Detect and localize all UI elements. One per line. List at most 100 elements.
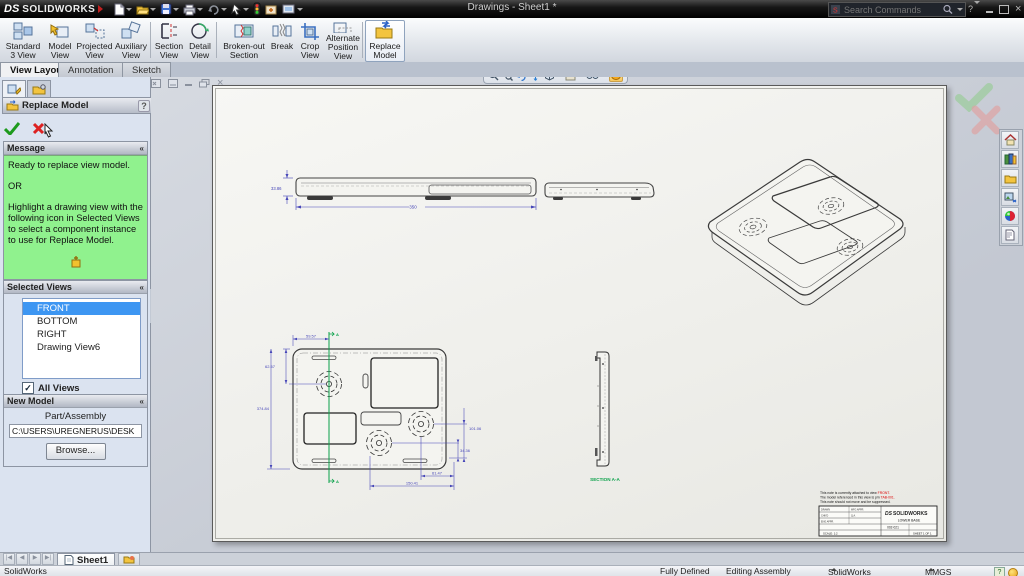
- print-button[interactable]: [182, 2, 204, 17]
- custom-properties-button[interactable]: [1001, 226, 1019, 244]
- drawing-view-front-profile[interactable]: 33.86 350: [271, 170, 536, 210]
- browse-button[interactable]: Browse...: [46, 443, 106, 460]
- sheet-nav-buttons: |◀ ◀ ▶ ▶|: [3, 553, 54, 565]
- search-app-icon: S: [831, 5, 840, 14]
- auxiliary-view-button[interactable]: Auxiliary View: [112, 20, 150, 62]
- list-item-front[interactable]: FRONT: [23, 302, 140, 315]
- options-button[interactable]: [281, 2, 304, 17]
- dim-text: 34.36: [460, 448, 471, 453]
- prev-sheet-button[interactable]: ◀: [16, 553, 28, 565]
- model-view-button[interactable]: Model View: [43, 20, 77, 62]
- add-sheet-icon: [123, 555, 135, 564]
- all-views-checkbox[interactable]: ✓: [22, 382, 34, 394]
- configuration-tab[interactable]: [27, 80, 51, 97]
- zoom-to-area-icon[interactable]: [502, 77, 513, 81]
- collapse-chevron-icon[interactable]: «: [140, 397, 144, 406]
- home-icon: [1004, 134, 1017, 146]
- publish-button[interactable]: [264, 2, 279, 17]
- replace-model-icon: [374, 21, 396, 41]
- drawing-view-isometric[interactable]: [708, 160, 905, 306]
- message-section-header[interactable]: Message «: [4, 142, 147, 155]
- selected-views-header[interactable]: Selected Views «: [4, 281, 147, 294]
- projected-view-button[interactable]: Projected View: [76, 20, 113, 62]
- drawing-sheet[interactable]: 33.86 350: [212, 85, 947, 542]
- break-button[interactable]: Break: [268, 20, 296, 62]
- search-icon[interactable]: [942, 4, 954, 15]
- pan-icon[interactable]: [530, 77, 541, 81]
- first-sheet-button[interactable]: |◀: [3, 553, 15, 565]
- svg-text:DS: DS: [885, 511, 893, 517]
- standard-3-view-button[interactable]: Standard 3 View: [2, 20, 44, 62]
- search-caret-icon[interactable]: [957, 8, 963, 11]
- configuration-tab-icon: [32, 83, 46, 95]
- collapse-chevron-icon[interactable]: «: [140, 283, 144, 292]
- alternate-position-view-button[interactable]: Alternate Position View: [324, 20, 362, 62]
- mouse-cursor: [43, 123, 55, 139]
- rotate-view-icon[interactable]: [516, 77, 527, 81]
- drawing-view-plan[interactable]: A A: [257, 332, 482, 490]
- detail-view-button[interactable]: Detail View: [184, 20, 216, 62]
- doc-minimize-button[interactable]: [185, 84, 192, 86]
- hide-show-items-icon[interactable]: [586, 77, 606, 81]
- design-library-icon: [1004, 153, 1017, 165]
- undo-button[interactable]: [206, 2, 228, 17]
- cascade-icon[interactable]: [151, 79, 161, 88]
- sheet-tab-bar: |◀ ◀ ▶ ▶| Sheet1: [0, 552, 1024, 566]
- svg-text:S: S: [833, 8, 838, 15]
- collapse-chevron-icon[interactable]: «: [140, 144, 144, 153]
- design-library-button[interactable]: [1001, 150, 1019, 168]
- propertymanager-tab[interactable]: [2, 80, 26, 97]
- logo-accent-icon: [98, 5, 103, 13]
- new-document-icon: [113, 3, 125, 16]
- display-style-icon[interactable]: [565, 77, 583, 81]
- doc-restore-button[interactable]: [199, 79, 210, 88]
- broken-out-section-button[interactable]: Broken-out Section: [219, 20, 269, 62]
- file-explorer-button[interactable]: [1001, 169, 1019, 187]
- close-button[interactable]: ×: [1015, 3, 1021, 15]
- panel-help-icon[interactable]: ?: [138, 100, 150, 112]
- select-button[interactable]: [230, 2, 250, 17]
- graphics-area: ×: [151, 77, 1024, 552]
- tab-annotation[interactable]: Annotation: [58, 62, 123, 78]
- status-help-icon[interactable]: ?: [994, 567, 1005, 576]
- panel-header: Replace Model ?: [2, 97, 154, 114]
- list-item-drawing-view6[interactable]: Drawing View6: [23, 341, 140, 354]
- sheet-note[interactable]: This note is currently attached to view …: [820, 491, 895, 504]
- search-input[interactable]: [842, 4, 940, 16]
- list-item-right[interactable]: RIGHT: [23, 328, 140, 341]
- zoom-to-fit-icon[interactable]: [488, 77, 499, 81]
- search-commands-box[interactable]: S: [828, 2, 966, 17]
- replace-model-button[interactable]: Replace Model: [365, 20, 405, 62]
- tab-sketch[interactable]: Sketch: [122, 62, 171, 78]
- rebuild-stoplight-icon: [253, 2, 261, 16]
- new-document-button[interactable]: [112, 2, 133, 17]
- svg-text:This note is currently attache: This note is currently attached to view …: [820, 491, 890, 495]
- last-sheet-button[interactable]: ▶|: [42, 553, 54, 565]
- appearances-button[interactable]: [1001, 207, 1019, 225]
- title-block: DRAWN CHK'D ENG APPR. MFG APPR. Q.A. DS …: [819, 506, 937, 536]
- view-orientation-icon[interactable]: [544, 77, 562, 81]
- help-button[interactable]: ?: [968, 4, 980, 14]
- tile-icon[interactable]: [168, 79, 178, 88]
- save-button[interactable]: [159, 2, 180, 17]
- open-button[interactable]: [135, 2, 157, 17]
- rebuild-button[interactable]: [252, 2, 262, 17]
- drawing-view-section[interactable]: SECTION A-A: [590, 352, 620, 482]
- titleblock-logo-ds: DS: [885, 511, 893, 517]
- model-path-field[interactable]: C:\USERS\UREGNERUS\DESK: [9, 424, 142, 438]
- minimize-button[interactable]: [986, 11, 993, 13]
- crop-view-button[interactable]: Crop View: [295, 20, 325, 62]
- section-view-button[interactable]: Section View: [153, 20, 185, 62]
- restore-button[interactable]: [999, 5, 1009, 14]
- save-icon: [160, 3, 172, 16]
- ok-button[interactable]: [4, 121, 20, 135]
- edit-appearance-icon[interactable]: [609, 77, 623, 82]
- list-item-bottom[interactable]: BOTTOM: [23, 315, 140, 328]
- next-sheet-button[interactable]: ▶: [29, 553, 41, 565]
- alternate-position-view-icon: [332, 21, 354, 33]
- view-palette-button[interactable]: [1001, 188, 1019, 206]
- drawing-view-side-profile[interactable]: [545, 183, 654, 200]
- break-icon: [271, 21, 293, 41]
- solidworks-resources-button[interactable]: [1001, 131, 1019, 149]
- new-model-header[interactable]: New Model «: [4, 395, 147, 408]
